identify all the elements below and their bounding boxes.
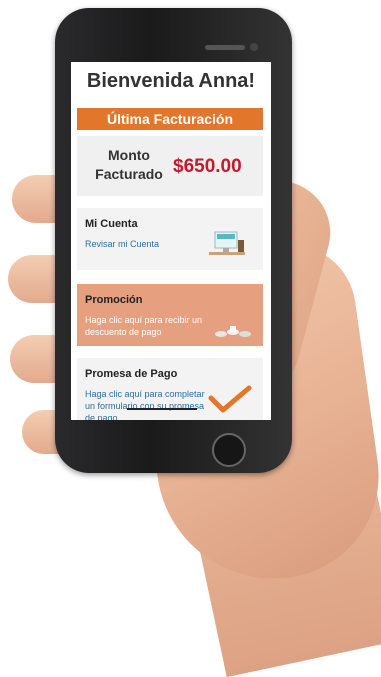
speaker	[205, 45, 245, 50]
coins-icon	[215, 326, 251, 337]
last-billing-bar: Última Facturación	[77, 108, 263, 130]
wrist	[187, 452, 381, 677]
home-button[interactable]	[212, 433, 246, 467]
promotion-card-title: Promoción	[85, 294, 143, 306]
home-indicator-line	[127, 408, 197, 410]
account-card-title: Mi Cuenta	[85, 218, 138, 230]
amount-label: Monto Facturado	[95, 147, 163, 182]
payment-promise-link[interactable]: Haga clic aquí para completar un formula…	[85, 388, 205, 420]
billed-amount-box: Monto Facturado $650.00	[77, 136, 263, 196]
payment-promise-card[interactable]: Promesa de Pago Haga clic aquí para comp…	[77, 358, 263, 420]
welcome-title: Bienvenida Anna!	[86, 70, 256, 92]
promotion-link[interactable]: Haga clic aquí para recibir un descuento…	[85, 314, 205, 338]
promotion-card[interactable]: Promoción Haga clic aquí para recibir un…	[77, 284, 263, 346]
check-icon	[208, 385, 252, 413]
front-camera	[250, 43, 258, 51]
payment-promise-title: Promesa de Pago	[85, 368, 178, 380]
computer-icon	[209, 231, 245, 255]
phone-screen: Bienvenida Anna! Última Facturación Mont…	[71, 62, 271, 420]
account-card[interactable]: Mi Cuenta Revisar mi Cuenta	[77, 208, 263, 270]
amount-value: $650.00	[173, 156, 242, 177]
review-account-link[interactable]: Revisar mi Cuenta	[85, 238, 205, 250]
